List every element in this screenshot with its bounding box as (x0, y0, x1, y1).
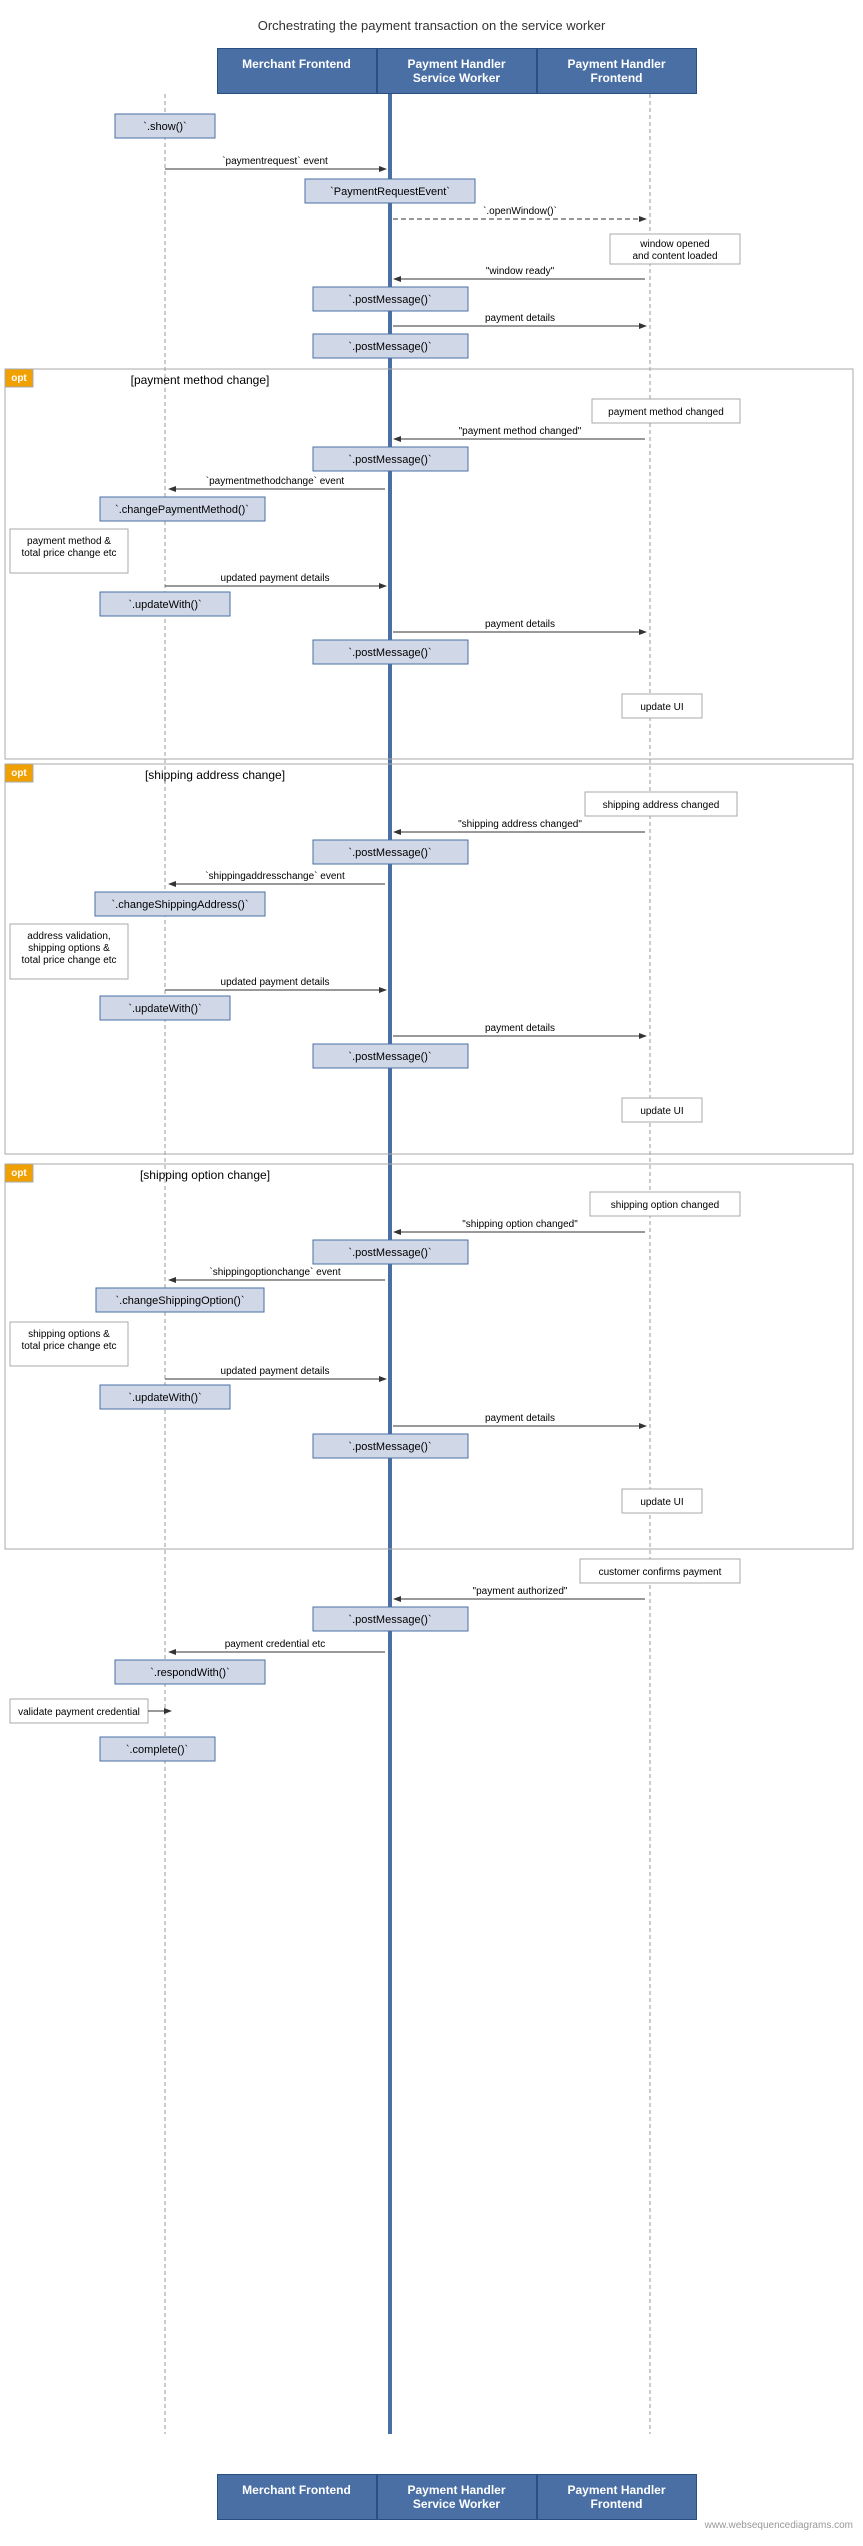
svg-text:`.changeShippingAddress()`: `.changeShippingAddress()` (112, 899, 249, 911)
svg-text:total price change etc: total price change etc (21, 955, 116, 966)
svg-text:update UI: update UI (640, 1497, 683, 1508)
svg-text:`.respondWith()`: `.respondWith()` (150, 1667, 229, 1679)
svg-text:validate payment credential: validate payment credential (18, 1707, 140, 1718)
svg-text:`.postMessage()`: `.postMessage()` (348, 294, 431, 306)
svg-text:`.changeShippingOption()`: `.changeShippingOption()` (115, 1295, 244, 1307)
svg-text:`.updateWith()`: `.updateWith()` (128, 599, 201, 611)
svg-text:`.postMessage()`: `.postMessage()` (348, 341, 431, 353)
svg-text:`.updateWith()`: `.updateWith()` (128, 1392, 201, 1404)
header-row-top: Merchant Frontend Payment Handler Servic… (0, 48, 863, 94)
svg-text:shipping options &: shipping options & (28, 943, 110, 954)
svg-text:[payment method change]: [payment method change] (131, 373, 270, 387)
footer-frontend: Payment Handler Frontend (537, 2474, 697, 2520)
svg-text:`shippingaddresschange` event: `shippingaddresschange` event (205, 870, 345, 882)
svg-text:`.postMessage()`: `.postMessage()` (348, 1441, 431, 1453)
watermark: www.websequencediagrams.com (0, 2520, 863, 2536)
svg-text:payment method changed: payment method changed (608, 407, 724, 418)
svg-text:"payment method changed": "payment method changed" (459, 426, 582, 437)
svg-text:window opened: window opened (639, 239, 710, 250)
svg-text:customer confirms payment: customer confirms payment (599, 1567, 722, 1578)
svg-text:[shipping address change]: [shipping address change] (145, 768, 285, 782)
sequence-diagram: `.show()` `paymentrequest` event `Paymen… (0, 94, 863, 2474)
svg-text:"shipping address changed": "shipping address changed" (458, 819, 582, 830)
svg-text:`shippingoptionchange` event: `shippingoptionchange` event (209, 1266, 340, 1278)
svg-text:`.postMessage()`: `.postMessage()` (348, 647, 431, 659)
svg-text:`paymentrequest` event: `paymentrequest` event (222, 155, 328, 167)
svg-text:opt: opt (11, 373, 27, 384)
header-handler: Payment Handler Service Worker (377, 48, 537, 94)
svg-text:payment method &: payment method & (27, 536, 111, 547)
svg-text:`.postMessage()`: `.postMessage()` (348, 1051, 431, 1063)
svg-text:[shipping option change]: [shipping option change] (140, 1168, 270, 1182)
diagram-container: Orchestrating the payment transaction on… (0, 0, 863, 2546)
svg-text:shipping options &: shipping options & (28, 1329, 110, 1340)
svg-text:updated payment details: updated payment details (221, 573, 330, 584)
svg-text:`.postMessage()`: `.postMessage()` (348, 1247, 431, 1259)
footer-handler: Payment Handler Service Worker (377, 2474, 537, 2520)
header-frontend: Payment Handler Frontend (537, 48, 697, 94)
svg-text:and content loaded: and content loaded (632, 251, 717, 262)
svg-text:updated payment details: updated payment details (221, 977, 330, 988)
svg-text:update UI: update UI (640, 1106, 683, 1117)
svg-text:`.show()`: `.show()` (143, 121, 186, 133)
svg-text:total price change etc: total price change etc (21, 548, 116, 559)
svg-text:shipping option changed: shipping option changed (611, 1200, 719, 1211)
svg-text:`.complete()`: `.complete()` (126, 1744, 188, 1756)
svg-text:`paymentmethodchange` event: `paymentmethodchange` event (206, 475, 345, 487)
svg-text:`.postMessage()`: `.postMessage()` (348, 847, 431, 859)
svg-text:opt: opt (11, 768, 27, 779)
svg-text:`.openWindow()`: `.openWindow()` (483, 205, 557, 217)
svg-text:`.postMessage()`: `.postMessage()` (348, 1614, 431, 1626)
svg-text:opt: opt (11, 1168, 27, 1179)
svg-text:shipping address changed: shipping address changed (603, 800, 720, 811)
svg-text:"window ready": "window ready" (486, 266, 555, 277)
svg-text:address validation,: address validation, (27, 931, 110, 942)
svg-text:payment credential etc: payment credential etc (225, 1639, 326, 1650)
svg-text:"payment authorized": "payment authorized" (473, 1586, 568, 1597)
svg-text:`.postMessage()`: `.postMessage()` (348, 454, 431, 466)
svg-text:`.changePaymentMethod()`: `.changePaymentMethod()` (115, 504, 249, 516)
svg-text:payment details: payment details (485, 313, 555, 324)
svg-text:`PaymentRequestEvent`: `PaymentRequestEvent` (330, 186, 450, 198)
footer-merchant: Merchant Frontend (217, 2474, 377, 2520)
svg-text:total price change etc: total price change etc (21, 1341, 116, 1352)
footer-row: Merchant Frontend Payment Handler Servic… (0, 2474, 863, 2520)
svg-text:updated payment details: updated payment details (221, 1366, 330, 1377)
svg-text:payment details: payment details (485, 619, 555, 630)
svg-text:payment details: payment details (485, 1023, 555, 1034)
svg-text:payment details: payment details (485, 1413, 555, 1424)
header-merchant: Merchant Frontend (217, 48, 377, 94)
svg-text:"shipping option changed": "shipping option changed" (462, 1219, 578, 1230)
svg-text:update UI: update UI (640, 702, 683, 713)
svg-text:`.updateWith()`: `.updateWith()` (128, 1003, 201, 1015)
diagram-title: Orchestrating the payment transaction on… (0, 10, 863, 33)
